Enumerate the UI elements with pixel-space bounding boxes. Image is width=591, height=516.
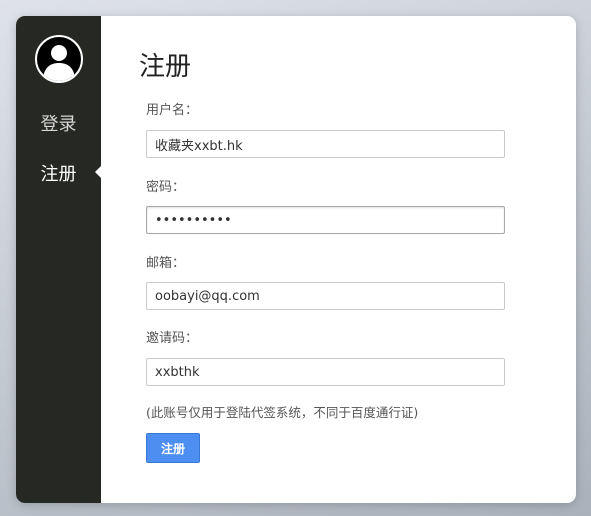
register-form: 注册 用户名： 密码： 邮箱： 邀请码： (此账号仅用于登陆代签系统，不同于百度… [101, 16, 576, 503]
user-avatar-icon [35, 35, 83, 83]
sidebar: 登录 注册 [16, 16, 102, 503]
register-dialog: 登录 注册 注册 用户名： 密码： 邮箱： 邀请码： (此账号仅用于登陆代签系统… [16, 16, 576, 503]
page-title: 注册 [139, 52, 192, 82]
account-note: (此账号仅用于登陆代签系统，不同于百度通行证) [146, 405, 419, 420]
sidebar-item-register[interactable]: 注册 [16, 160, 101, 186]
username-label: 用户名： [146, 103, 199, 118]
invite-code-input[interactable] [146, 358, 505, 386]
email-label: 邮箱： [146, 256, 186, 271]
sidebar-item-login[interactable]: 登录 [16, 110, 101, 136]
password-input[interactable] [146, 206, 505, 234]
username-input[interactable] [146, 130, 505, 158]
register-submit-button[interactable]: 注册 [146, 433, 200, 463]
password-label: 密码： [146, 180, 186, 195]
email-input[interactable] [146, 282, 505, 310]
invite-code-label: 邀请码： [146, 331, 199, 346]
